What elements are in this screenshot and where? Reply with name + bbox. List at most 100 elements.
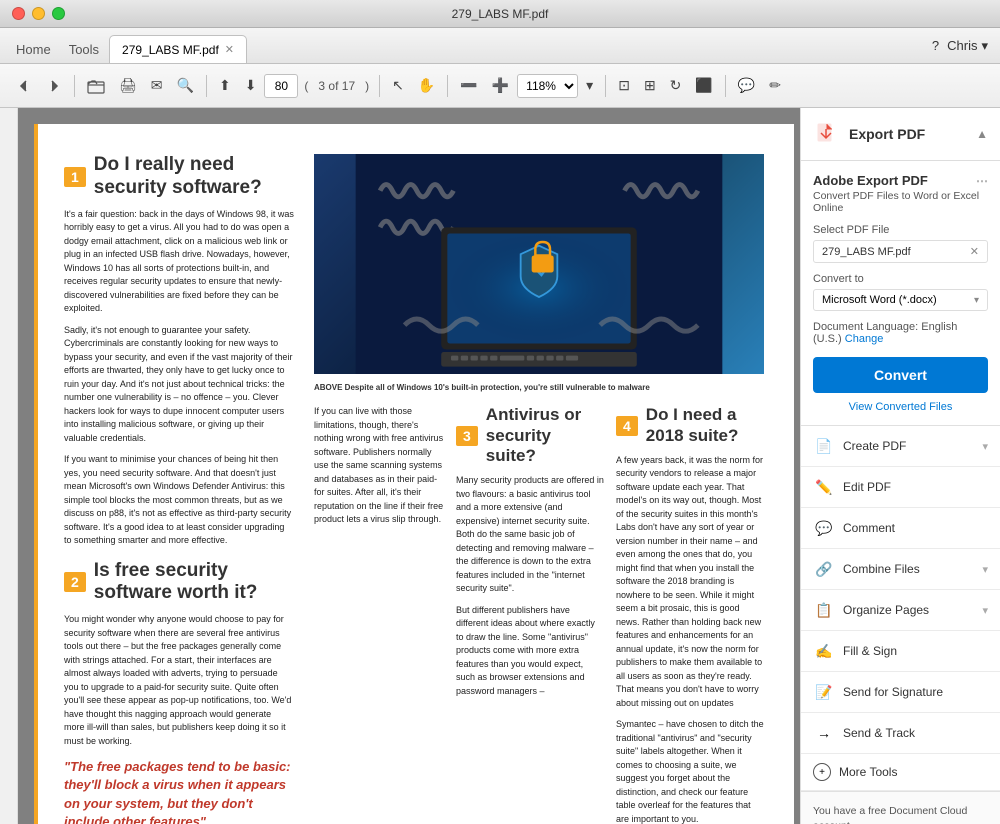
export-pdf-header[interactable]: Export PDF ▲ bbox=[801, 108, 1000, 161]
tool-send-track[interactable]: → Send & Track bbox=[801, 713, 1000, 754]
convert-chevron-icon: ▾ bbox=[974, 295, 979, 306]
section3-body: Many security products are offered in tw… bbox=[456, 474, 604, 596]
help-button[interactable]: ? bbox=[932, 38, 939, 53]
tool-combine-files[interactable]: 🔗 Combine Files ▾ bbox=[801, 549, 1000, 590]
cursor-tool[interactable]: ↖ bbox=[386, 73, 410, 98]
section3-header: 3 Antivirus or security suite? bbox=[456, 405, 604, 466]
col2-continued: But different publishers have different … bbox=[456, 604, 604, 699]
tool-comment[interactable]: 💬 Comment bbox=[801, 508, 1000, 549]
back-icon bbox=[16, 78, 32, 94]
language-label: Document Language: bbox=[813, 321, 918, 333]
back-tool[interactable] bbox=[10, 74, 38, 98]
tools-tab[interactable]: Tools bbox=[61, 38, 107, 61]
rotate-tool[interactable]: ↻ bbox=[664, 73, 688, 98]
comment-tool-icon: 💬 bbox=[813, 517, 835, 539]
view-converted-link[interactable]: View Converted Files bbox=[813, 401, 988, 413]
zoom-in-tool[interactable]: ➕ bbox=[486, 73, 515, 98]
tab-bar-right: ? Chris ▾ bbox=[932, 28, 988, 63]
more-tools-label: More Tools bbox=[839, 765, 897, 779]
combine-chevron-icon: ▾ bbox=[982, 563, 988, 576]
send-signature-label: Send for Signature bbox=[843, 685, 943, 699]
tool-more-tools[interactable]: + More Tools bbox=[801, 754, 1000, 791]
tab-bar: Home Tools 279_LABS MF.pdf ✕ ? Chris ▾ bbox=[0, 28, 1000, 64]
pdf-tab-label: 279_LABS MF.pdf bbox=[122, 43, 219, 57]
tool-create-pdf[interactable]: 📄 Create PDF ▾ bbox=[801, 426, 1000, 467]
adobe-export-icon: ⋯ bbox=[976, 174, 988, 188]
edit-pdf-icon: ✏️ bbox=[813, 476, 835, 498]
screenshot-tool[interactable]: ⬛ bbox=[689, 73, 718, 98]
create-pdf-label: Create PDF bbox=[843, 439, 906, 453]
forward-tool[interactable] bbox=[40, 74, 68, 98]
toolbar: 🖨 ✉ 🔍 ⬆ ⬇ 80 ( 3 of 17 ) ↖ ✋ ➖ ➕ 118% 10… bbox=[0, 64, 1000, 108]
pdf-tab[interactable]: 279_LABS MF.pdf ✕ bbox=[109, 35, 247, 63]
export-icon-svg bbox=[816, 123, 838, 145]
zoom-chevron[interactable]: ▾ bbox=[580, 73, 599, 98]
page-total: ( bbox=[300, 79, 312, 93]
user-menu[interactable]: Chris ▾ bbox=[947, 38, 988, 54]
tool-fill-sign[interactable]: ✍️ Fill & Sign bbox=[801, 631, 1000, 672]
fit-width-tool[interactable]: ⊞ bbox=[638, 73, 662, 98]
tool-combine-left: 🔗 Combine Files bbox=[813, 558, 920, 580]
create-pdf-icon: 📄 bbox=[813, 435, 835, 457]
cloud-note-text: You have a free Document Cloud account bbox=[813, 805, 967, 824]
section2-title: Is free security software worth it? bbox=[94, 560, 294, 606]
convert-button[interactable]: Convert bbox=[813, 357, 988, 393]
print-tool[interactable]: 🖨 bbox=[113, 73, 143, 98]
close-button[interactable] bbox=[12, 7, 25, 20]
email-tool[interactable]: ✉ bbox=[145, 73, 169, 98]
section4-number: 4 bbox=[616, 416, 638, 436]
export-chevron-icon[interactable]: ▲ bbox=[976, 127, 988, 141]
prev-page-tool[interactable]: ⬆ bbox=[213, 73, 237, 98]
combine-files-label: Combine Files bbox=[843, 562, 920, 576]
tool-edit-pdf-left: ✏️ Edit PDF bbox=[813, 476, 891, 498]
search-tool[interactable]: 🔍 bbox=[171, 73, 200, 98]
tool-send-signature[interactable]: 📝 Send for Signature bbox=[801, 672, 1000, 713]
yellow-bar bbox=[34, 124, 38, 824]
open-tool[interactable] bbox=[81, 74, 111, 98]
file-row[interactable]: 279_LABS MF.pdf ✕ bbox=[813, 240, 988, 263]
window-controls[interactable] bbox=[12, 7, 65, 20]
page-number-input[interactable]: 80 bbox=[264, 74, 298, 98]
section1-body: It's a fair question: back in the days o… bbox=[64, 208, 294, 316]
section1-number: 1 bbox=[64, 167, 86, 187]
annotate-tool[interactable]: ✏ bbox=[763, 73, 787, 98]
create-pdf-chevron-icon: ▾ bbox=[982, 440, 988, 453]
tool-edit-pdf[interactable]: ✏️ Edit PDF bbox=[801, 467, 1000, 508]
tools-list: 📄 Create PDF ▾ ✏️ Edit PDF 💬 Comment bbox=[801, 426, 1000, 791]
minimize-button[interactable] bbox=[32, 7, 45, 20]
separator-5 bbox=[605, 75, 606, 97]
separator-4 bbox=[447, 75, 448, 97]
right-column: ABOVE Despite all of Windows 10's built-… bbox=[314, 154, 764, 824]
adobe-export-title: Adobe Export PDF ⋯ bbox=[813, 173, 988, 188]
zoom-out-tool[interactable]: ➖ bbox=[454, 73, 483, 98]
hand-tool[interactable]: ✋ bbox=[412, 73, 441, 98]
section4-body: A few years back, it was the norm for se… bbox=[616, 454, 764, 711]
comment-tool[interactable]: 💬 bbox=[732, 73, 761, 98]
export-pdf-icon bbox=[813, 120, 841, 148]
adobe-export-label: Adobe Export PDF bbox=[813, 173, 928, 188]
file-remove-icon[interactable]: ✕ bbox=[970, 245, 979, 258]
open-icon bbox=[87, 78, 105, 94]
zoom-select[interactable]: 118% 100% 75% 150% bbox=[517, 74, 578, 98]
tool-organize-pages[interactable]: 📋 Organize Pages ▾ bbox=[801, 590, 1000, 631]
maximize-button[interactable] bbox=[52, 7, 65, 20]
fit-page-tool[interactable]: ⊡ bbox=[612, 73, 636, 98]
change-language-link[interactable]: Change bbox=[845, 333, 884, 345]
tool-send-sig-left: 📝 Send for Signature bbox=[813, 681, 943, 703]
more-tools-icon: + bbox=[813, 763, 831, 781]
section3-title: Antivirus or security suite? bbox=[486, 405, 604, 466]
tab-close-icon[interactable]: ✕ bbox=[225, 43, 234, 56]
convert-to-select[interactable]: Microsoft Word (*.docx) ▾ bbox=[813, 289, 988, 311]
convert-to-label: Convert to bbox=[813, 273, 988, 285]
next-page-tool[interactable]: ⬇ bbox=[239, 73, 263, 98]
image-caption-bold: ABOVE Despite all of Windows 10's built-… bbox=[314, 383, 650, 392]
section1-body2: Sadly, it's not enough to guarantee your… bbox=[64, 324, 294, 446]
pdf-area[interactable]: 1 Do I really need security software? It… bbox=[18, 108, 800, 824]
home-tab[interactable]: Home bbox=[8, 38, 59, 61]
section4-header: 4 Do I need a 2018 suite? bbox=[616, 405, 764, 446]
file-label: Select PDF File bbox=[813, 224, 988, 236]
send-signature-icon: 📝 bbox=[813, 681, 835, 703]
separator-1 bbox=[74, 75, 75, 97]
section4-title: Do I need a 2018 suite? bbox=[646, 405, 764, 446]
section1-body3: If you want to minimise your chances of … bbox=[64, 453, 294, 548]
